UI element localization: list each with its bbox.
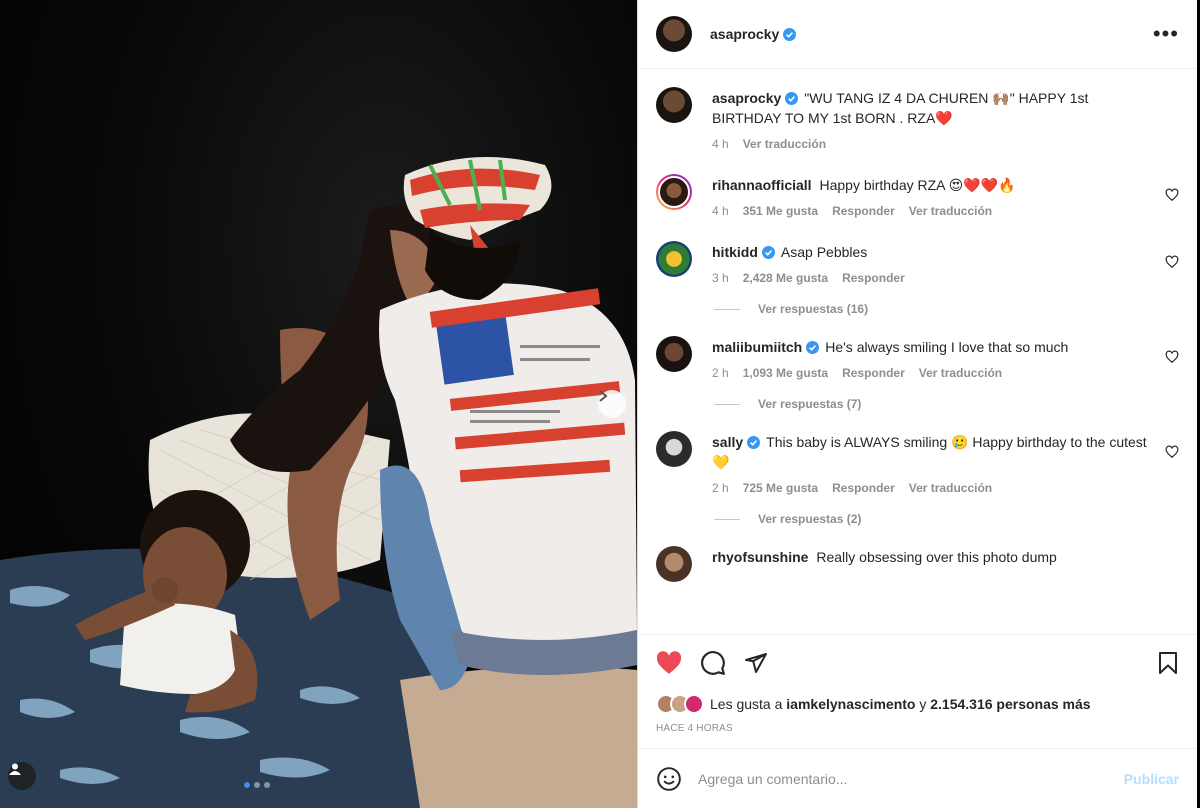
author-username[interactable]: asaprocky xyxy=(710,26,779,42)
replies-divider xyxy=(714,403,740,405)
post-photo[interactable] xyxy=(0,0,637,808)
like-comment-heart-icon[interactable] xyxy=(1165,255,1179,269)
comment-time: 4 h xyxy=(712,204,729,218)
post-actions-bar xyxy=(638,634,1197,690)
comment: sally This baby is ALWAYS smiling 🥲 Happy… xyxy=(656,431,1179,498)
comment-time: 3 h xyxy=(712,271,729,285)
comment-likes[interactable]: 351 Me gusta xyxy=(743,201,818,221)
commenter-username[interactable]: hitkidd xyxy=(712,244,758,260)
view-replies-label: Ver respuestas (7) xyxy=(758,397,862,411)
author-avatar[interactable] xyxy=(656,16,692,52)
save-bookmark-icon[interactable] xyxy=(1157,651,1179,675)
like-heart-icon[interactable] xyxy=(656,650,682,675)
commenter-avatar[interactable] xyxy=(656,241,692,277)
comment-likes[interactable]: 1,093 Me gusta xyxy=(743,363,828,383)
replies-divider xyxy=(714,308,740,310)
comment-text: This baby is ALWAYS smiling 🥲 Happy birt… xyxy=(712,434,1147,470)
comment: rihannaofficiall Happy birthday RZA 😍❤️❤… xyxy=(656,174,1179,221)
comments-list[interactable]: asaprocky "WU TANG IZ 4 DA CHUREN 🙌🏽" HAP… xyxy=(638,69,1197,634)
verified-badge-icon xyxy=(747,436,761,449)
liker-avatar xyxy=(684,694,704,714)
view-replies-label: Ver respuestas (16) xyxy=(758,302,869,316)
share-send-icon[interactable] xyxy=(744,651,768,675)
post-header: asaprocky ••• xyxy=(638,0,1197,69)
likes-others[interactable]: 2.154.316 personas más xyxy=(930,696,1090,712)
comment-text: Really obsessing over this photo dump xyxy=(816,549,1057,565)
publish-button[interactable]: Publicar xyxy=(1124,771,1179,787)
comment-text: Happy birthday RZA 😍❤️❤️🔥 xyxy=(819,177,1016,193)
commenter-avatar[interactable] xyxy=(656,336,692,372)
view-replies-button[interactable]: Ver respuestas (2) xyxy=(714,512,1179,526)
like-comment-heart-icon[interactable] xyxy=(1165,350,1179,364)
caption-translate-link[interactable]: Ver traducción xyxy=(743,134,826,154)
comment-likes[interactable]: 725 Me gusta xyxy=(743,478,818,498)
carousel-dot xyxy=(264,782,270,788)
reply-button[interactable]: Responder xyxy=(842,268,905,288)
verified-badge-icon xyxy=(806,341,820,354)
verified-badge-icon xyxy=(783,27,797,41)
caption-time: 4 h xyxy=(712,137,729,151)
comment-bubble-icon[interactable] xyxy=(700,650,726,676)
verified-badge-icon xyxy=(785,92,799,105)
reply-button[interactable]: Responder xyxy=(842,363,905,383)
comment-text: Asap Pebbles xyxy=(780,244,868,260)
translate-link[interactable]: Ver traducción xyxy=(909,201,992,221)
carousel-dot xyxy=(254,782,260,788)
comment-text: He's always smiling I love that so much xyxy=(825,339,1069,355)
translate-link[interactable]: Ver traducción xyxy=(909,478,992,498)
likes-summary[interactable]: Les gusta a iamkelynascimento y 2.154.31… xyxy=(638,690,1197,718)
add-comment-bar: Publicar xyxy=(638,748,1197,808)
verified-badge-icon xyxy=(761,246,775,259)
view-replies-button[interactable]: Ver respuestas (7) xyxy=(714,397,1179,411)
comment: rhyofsunshine Really obsessing over this… xyxy=(656,546,1179,582)
commenter-username[interactable]: rihannaofficiall xyxy=(712,177,812,193)
like-comment-heart-icon[interactable] xyxy=(1165,188,1179,202)
commenter-avatar[interactable] xyxy=(656,174,692,210)
likes-text: Les gusta a iamkelynascimento y 2.154.31… xyxy=(710,696,1091,712)
caption-avatar[interactable] xyxy=(656,87,692,123)
comment-likes[interactable]: 2,428 Me gusta xyxy=(743,268,828,288)
comment-time: 2 h xyxy=(712,366,729,380)
like-comment-heart-icon[interactable] xyxy=(1165,445,1179,459)
caption: asaprocky "WU TANG IZ 4 DA CHUREN 🙌🏽" HAP… xyxy=(656,87,1179,154)
emoji-icon[interactable] xyxy=(656,766,682,792)
post-time-ago: HACE 4 HORAS xyxy=(656,723,733,734)
carousel-dots xyxy=(244,782,270,788)
post-details-panel: asaprocky ••• asaprocky "WU TANG IZ 4 DA … xyxy=(637,0,1197,808)
reply-button[interactable]: Responder xyxy=(832,478,895,498)
replies-divider xyxy=(714,518,740,520)
view-replies-label: Ver respuestas (2) xyxy=(758,512,862,526)
comment: hitkidd Asap Pebbles 3 h 2,428 Me gusta R… xyxy=(656,241,1179,288)
photo-illustration xyxy=(0,157,637,808)
comment-input[interactable] xyxy=(698,770,1124,787)
next-photo-button[interactable] xyxy=(598,390,626,418)
likes-joiner: y xyxy=(919,696,927,712)
view-replies-button[interactable]: Ver respuestas (16) xyxy=(714,302,1179,316)
comment: maliibumiitch He's always smiling I love … xyxy=(656,336,1179,383)
carousel-dot-active xyxy=(244,782,250,788)
comment-time: 2 h xyxy=(712,481,729,495)
chevron-right-icon xyxy=(599,390,608,402)
likes-prefix: Les gusta a xyxy=(710,696,783,712)
tagged-users-button[interactable] xyxy=(8,762,36,790)
commenter-username[interactable]: maliibumiitch xyxy=(712,339,802,355)
commenter-avatar[interactable] xyxy=(656,546,692,582)
commenter-avatar[interactable] xyxy=(656,431,692,467)
translate-link[interactable]: Ver traducción xyxy=(919,363,1002,383)
caption-username[interactable]: asaprocky xyxy=(712,90,781,106)
reply-button[interactable]: Responder xyxy=(832,201,895,221)
user-tag-icon xyxy=(9,763,21,775)
likes-user[interactable]: iamkelynascimento xyxy=(786,696,915,712)
commenter-username[interactable]: sally xyxy=(712,434,743,450)
more-options-icon[interactable]: ••• xyxy=(1153,23,1179,45)
commenter-username[interactable]: rhyofsunshine xyxy=(712,549,808,565)
